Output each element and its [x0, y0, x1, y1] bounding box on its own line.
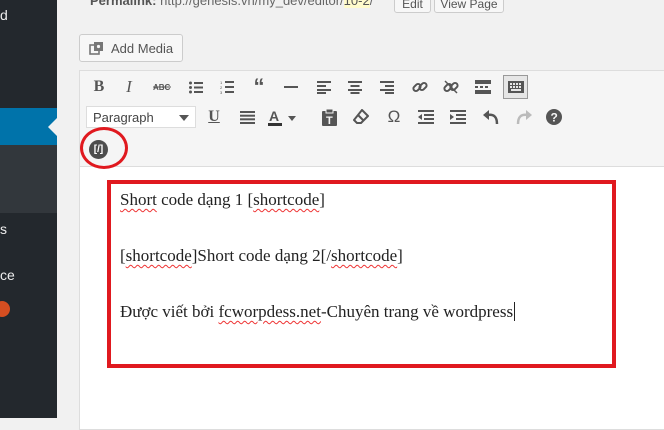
strikethrough-icon[interactable]: ABC — [151, 76, 173, 98]
bold-icon[interactable]: B — [88, 76, 110, 98]
insert-link-icon[interactable] — [409, 76, 431, 98]
content-text: Được viết bởi — [120, 302, 219, 321]
content-text: code dạng 1 [ — [156, 190, 254, 209]
content-text: Short — [120, 190, 157, 209]
numbered-list-icon[interactable]: 123 — [216, 76, 238, 98]
horizontal-line-icon[interactable] — [280, 76, 302, 98]
chevron-down-icon — [179, 115, 189, 121]
indent-icon[interactable] — [447, 106, 469, 128]
shortcode-text: shortcode — [331, 246, 398, 265]
admin-sidebar: d s ce — [0, 0, 57, 418]
paste-as-text-icon[interactable]: T — [318, 106, 340, 128]
add-media-label: Add Media — [111, 41, 174, 56]
italic-icon[interactable]: I — [118, 76, 140, 98]
content-text: ]Short code dạng 2[/ — [191, 246, 332, 265]
text-color-icon[interactable]: A — [266, 106, 298, 128]
help-icon[interactable]: ? — [543, 106, 565, 128]
sidebar-item-dashboard[interactable]: d — [0, 6, 8, 24]
format-select[interactable]: Paragraph — [86, 106, 196, 128]
update-count-badge — [0, 301, 10, 317]
media-icon — [89, 41, 104, 56]
shortcode-text: shortcode — [253, 190, 320, 209]
add-media-button[interactable]: Add Media — [79, 34, 183, 62]
sidebar-item-pages[interactable]: s — [0, 220, 7, 238]
shortcode-text: shortcode — [125, 246, 192, 265]
toolbar-toggle-icon[interactable] — [503, 75, 528, 99]
view-page-button[interactable]: View Page — [434, 0, 504, 13]
content-line-3[interactable]: Được viết bởi fcworpdess.net-Chuyên tran… — [120, 302, 516, 322]
remove-link-icon[interactable] — [440, 76, 462, 98]
content-text: ] — [319, 190, 325, 209]
bullet-list-icon[interactable] — [185, 76, 207, 98]
permalink-url[interactable]: http://genesis.vn/my_dev/editor/ — [160, 0, 344, 8]
content-text: -Chuyên trang về wordpress — [320, 302, 514, 321]
redo-icon[interactable] — [512, 106, 534, 128]
read-more-icon[interactable] — [472, 76, 494, 98]
content-line-1[interactable]: Short code dạng 1 [shortcode] — [120, 190, 325, 210]
sidebar-item-appearance[interactable]: ce — [0, 266, 15, 284]
text-cursor — [514, 302, 516, 321]
format-select-value: Paragraph — [93, 110, 154, 125]
align-center-icon[interactable] — [344, 76, 366, 98]
align-right-icon[interactable] — [376, 76, 398, 98]
permalink-row: Permalink: http://genesis.vn/my_dev/edit… — [90, 0, 373, 8]
svg-text:?: ? — [551, 111, 558, 125]
blockquote-icon[interactable]: “ — [248, 74, 270, 99]
edit-permalink-button[interactable]: Edit — [394, 0, 431, 13]
underline-icon[interactable]: U — [203, 106, 225, 128]
highlight-circle — [80, 127, 128, 169]
special-character-icon[interactable]: Ω — [383, 106, 405, 128]
permalink-slug[interactable]: 10-2 — [343, 0, 370, 8]
permalink-url-end: / — [369, 0, 374, 8]
align-left-icon[interactable] — [313, 76, 335, 98]
svg-text:T: T — [326, 115, 333, 126]
svg-text:3: 3 — [220, 90, 223, 94]
content-text: ] — [397, 246, 403, 265]
justify-icon[interactable] — [236, 106, 258, 128]
site-name-text: fcworpdess.net — [218, 302, 321, 321]
sidebar-submenu — [0, 145, 57, 213]
outdent-icon[interactable] — [415, 106, 437, 128]
undo-icon[interactable] — [480, 106, 502, 128]
content-line-2[interactable]: [shortcode]Short code dạng 2[/shortcode] — [120, 246, 403, 266]
permalink-label: Permalink: — [90, 0, 157, 8]
svg-text:A: A — [269, 108, 279, 124]
sidebar-active-arrow — [48, 118, 57, 136]
clear-formatting-icon[interactable] — [350, 106, 372, 128]
